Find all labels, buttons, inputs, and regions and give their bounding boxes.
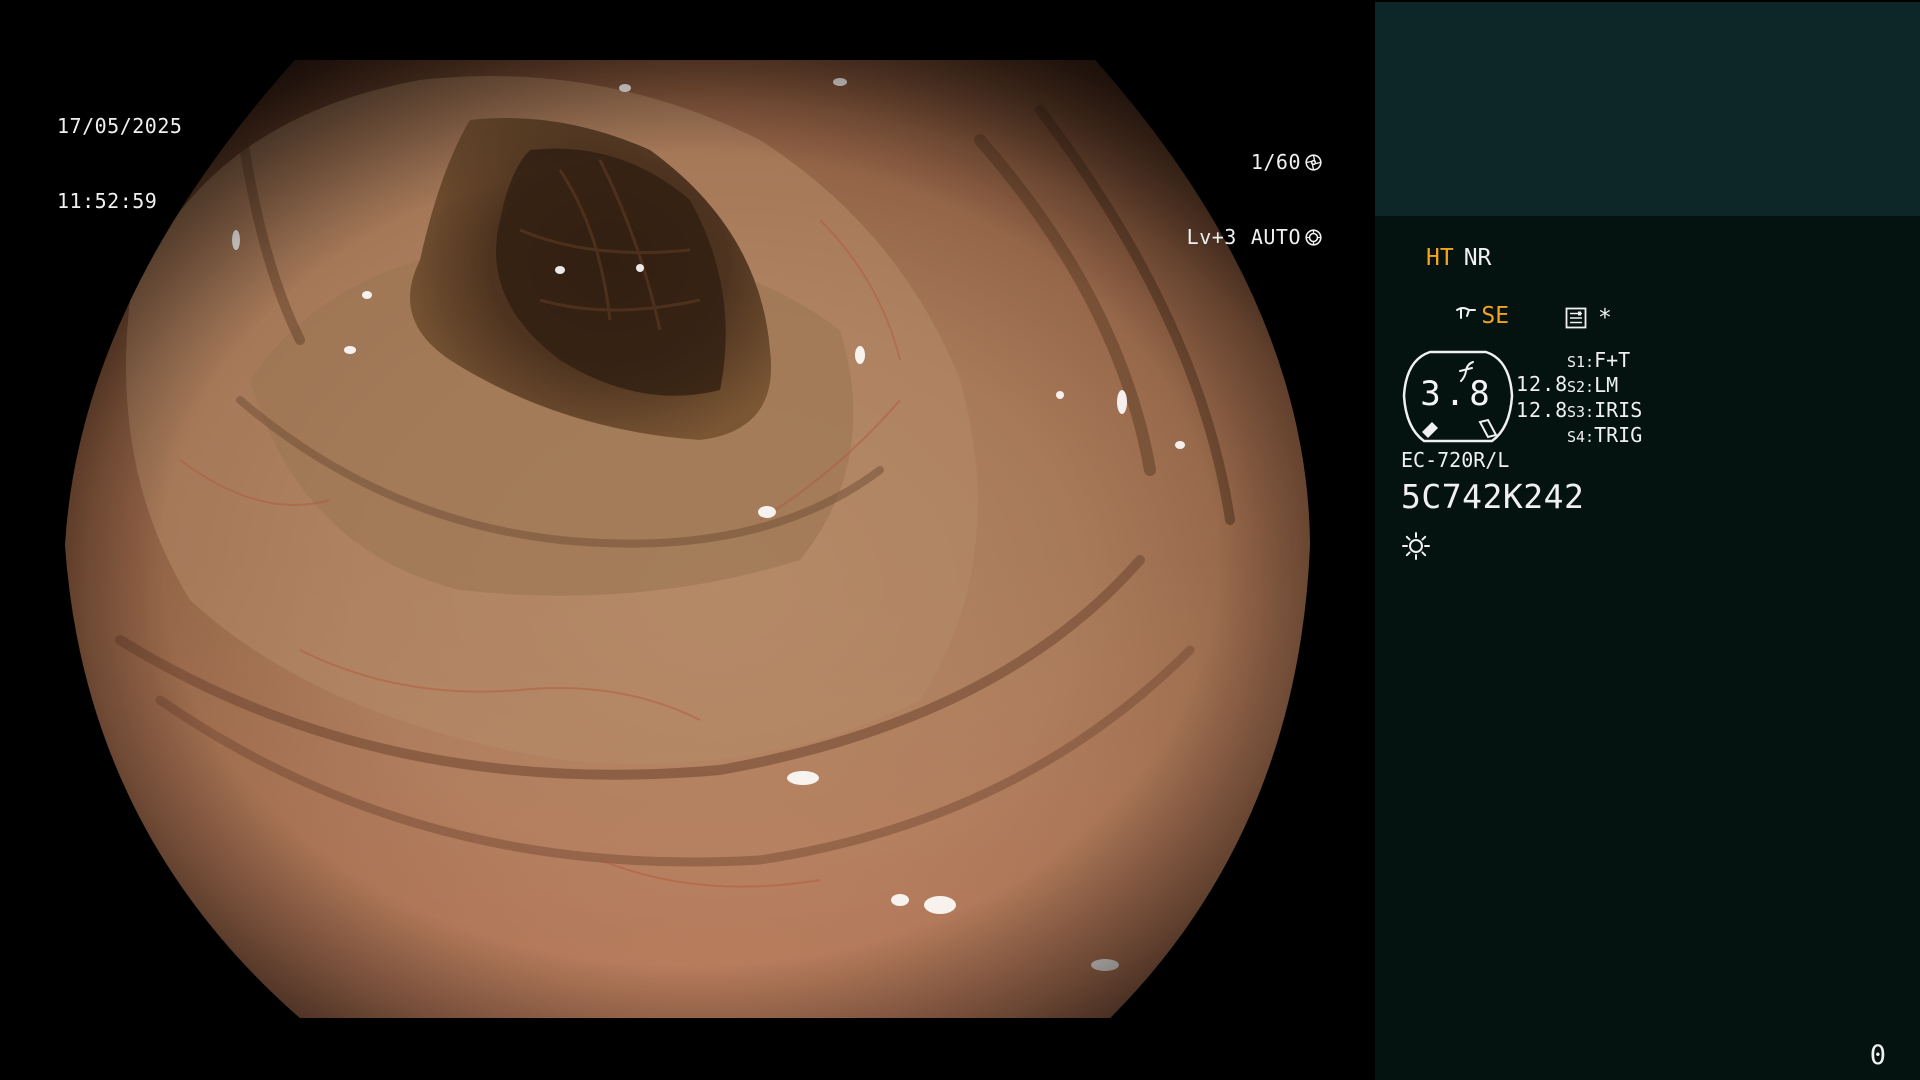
switch-value: LM <box>1594 373 1619 397</box>
aperture-icon <box>1304 153 1323 172</box>
switch-value: IRIS <box>1594 398 1643 422</box>
time-text: 11:52:59 <box>57 189 158 213</box>
mode-status-row: HT NR <box>1426 244 1491 272</box>
endoscope-viewport: 17/05/2025 11:52:59 1/60 Lv+3 AUTO <box>0 0 1375 1080</box>
sun-icon <box>1401 531 1431 565</box>
datetime-overlay: 17/05/2025 11:52:59 <box>57 64 182 264</box>
switch-assignment-s1: S1:F+T <box>1567 348 1630 374</box>
switch-value: F+T <box>1594 348 1631 372</box>
switch-assignment-s2: S2:LM <box>1567 373 1618 399</box>
menu-list-icon <box>1565 307 1587 333</box>
mode-nr-text: NR <box>1463 245 1492 271</box>
switch-key: S4: <box>1567 428 1595 446</box>
exposure-overlay: 1/60 Lv+3 AUTO <box>1187 100 1323 300</box>
asterisk-indicator: * <box>1598 305 1612 331</box>
gauge-side-top-text: 12.8 <box>1516 372 1569 396</box>
switch-value: TRIG <box>1594 423 1643 447</box>
iris-icon <box>1304 228 1323 247</box>
mucosa-image <box>65 60 1310 1018</box>
gauge-marker-left <box>1422 422 1438 438</box>
switch-assignment-s4: S4:TRIG <box>1567 423 1642 449</box>
gauge-marker-right <box>1478 418 1498 439</box>
mode-ht-text: HT <box>1426 245 1454 271</box>
date-text: 17/05/2025 <box>57 114 183 138</box>
exposure-level-text: Lv+3 <box>1186 225 1237 249</box>
switch-key: S1: <box>1567 353 1595 371</box>
switch-key: S3: <box>1567 403 1595 421</box>
image-counter-text: 0 <box>1869 1040 1886 1071</box>
sidebar-header-panel <box>1375 2 1920 216</box>
scope-model-text: EC-720R/L <box>1401 448 1510 472</box>
shutter-speed-text: 1/60 <box>1250 150 1301 174</box>
switch-assignment-s3: S3:IRIS <box>1567 398 1642 424</box>
gauge-value-text: 3.8 <box>1420 374 1494 414</box>
switch-key: S2: <box>1567 378 1595 396</box>
scope-serial-text: 5C742K242 <box>1401 477 1585 516</box>
endoscopic-image <box>65 60 1310 1018</box>
gauge-side-bottom-text: 12.8 <box>1516 398 1569 422</box>
exposure-mode-text: AUTO <box>1250 225 1301 249</box>
mode-se-text: SE <box>1481 303 1510 329</box>
